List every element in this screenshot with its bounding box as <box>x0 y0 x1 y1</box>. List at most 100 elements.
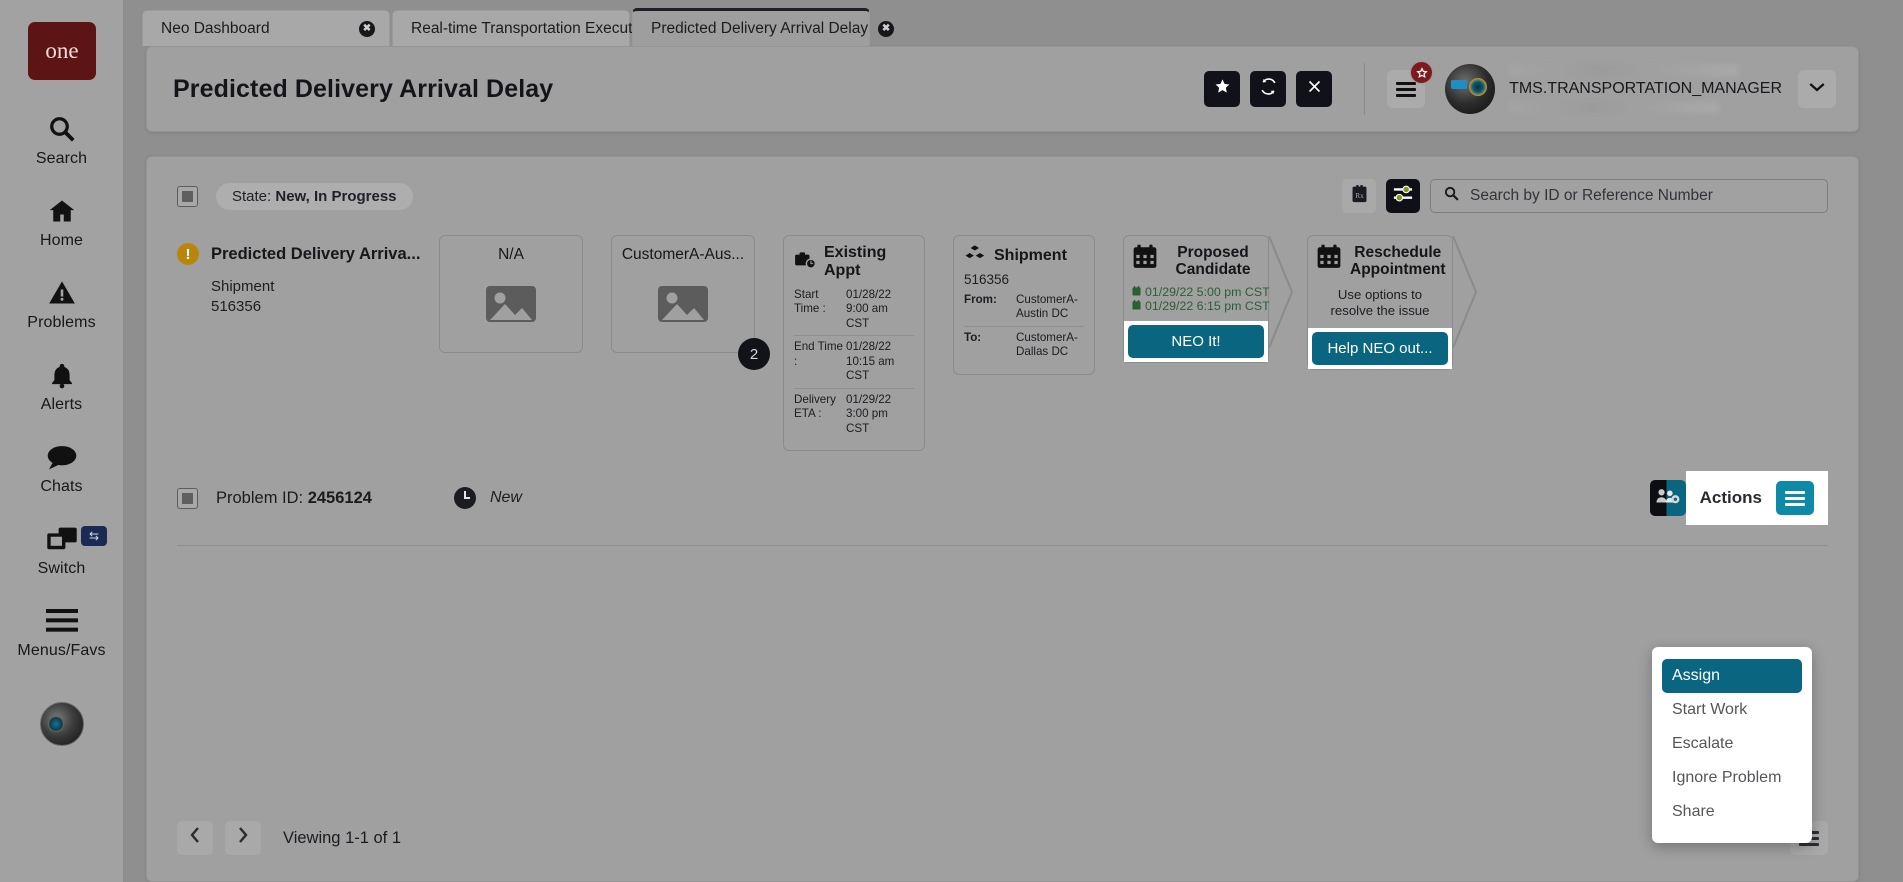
star-icon <box>1214 78 1231 100</box>
favorite-button[interactable] <box>1204 71 1241 107</box>
select-all-checkbox[interactable] <box>177 185 198 207</box>
next-page-button[interactable] <box>225 821 261 855</box>
refresh-button[interactable] <box>1250 71 1287 107</box>
sidebar-item-problems[interactable]: Problems <box>0 274 123 332</box>
row-select-checkbox[interactable] <box>177 487 198 509</box>
row-value: 01/28/22 9:00 am CST <box>846 288 892 330</box>
sidebar-item-home[interactable]: Home <box>0 192 123 250</box>
filter-button[interactable] <box>1386 179 1420 213</box>
row-key: End Time : <box>794 340 843 368</box>
toolbar: State: New, In Progress Rx <box>147 157 1858 213</box>
problem-id-text: Problem ID: 2456124 <box>216 489 372 508</box>
search-input[interactable] <box>1470 187 1815 205</box>
assign-users-icon <box>1656 486 1680 511</box>
svg-text:one: one <box>45 38 78 63</box>
neo-it-button[interactable]: NEO It! <box>1128 324 1264 358</box>
chevron-right-icon <box>237 826 249 850</box>
sidebar-item-menus-favs[interactable]: Menus/Favs <box>0 602 123 660</box>
menu-item-assign[interactable]: Assign <box>1662 659 1802 693</box>
problems-icon <box>47 274 77 312</box>
menu-item-share[interactable]: Share <box>1662 795 1802 829</box>
help-neo-out-button[interactable]: Help NEO out... <box>1312 331 1448 365</box>
tab-predicted-delivery-arrival-delay[interactable]: Predicted Delivery Arrival Delay ✖ <box>632 8 895 46</box>
row-key: To: <box>964 330 982 344</box>
image-placeholder-icon <box>483 280 539 331</box>
calendar-small-icon <box>1132 285 1141 299</box>
viewing-count: Viewing 1-1 of 1 <box>283 828 402 847</box>
candidate-time: 01/29/22 5:00 pm CST <box>1145 284 1270 299</box>
row-key: Delivery ETA : <box>794 392 836 421</box>
sidebar-item-chats[interactable]: Chats <box>0 438 123 496</box>
sidebar-item-switch[interactable]: ⇆ Switch <box>0 520 123 578</box>
tile-customer[interactable]: CustomerA-Aus... 2 <box>611 235 770 370</box>
tab-neo-dashboard[interactable]: Neo Dashboard ✖ <box>142 10 390 46</box>
user-menu-button[interactable] <box>1798 70 1836 108</box>
appointment-icon <box>794 251 817 274</box>
page-title: Predicted Delivery Arrival Delay <box>173 74 554 103</box>
row-value: CustomerA-Dallas DC <box>1016 330 1078 359</box>
card-title: Existing Appt <box>824 244 887 279</box>
actions-label: Actions <box>1699 488 1762 508</box>
tab-realtime-transportation[interactable]: Real-time Transportation Executi... ✖ <box>392 10 675 46</box>
problem-entity: Shipment 516356 <box>211 277 439 318</box>
rail-avatar[interactable] <box>39 702 84 746</box>
chats-icon <box>46 438 78 476</box>
appt-row-eta: Delivery ETA : 01/29/22 3:00 pm CST <box>794 387 914 440</box>
candidate-times: 01/29/22 5:00 pm CST 01/29/22 6:15 pm CS… <box>1132 285 1270 313</box>
one-logo[interactable]: one <box>27 22 96 80</box>
tab-label: Neo Dashboard <box>161 19 270 37</box>
assign-users-button[interactable] <box>1649 480 1686 517</box>
row-key: From: <box>964 293 997 306</box>
problem-title: Predicted Delivery Arriva... <box>211 244 421 263</box>
image-placeholder-icon <box>655 280 711 331</box>
sidebar-label: Chats <box>40 478 83 495</box>
calendar-small-icon <box>1132 299 1141 313</box>
one-logo-mark: one <box>45 38 78 63</box>
warning-icon: ! <box>177 243 199 265</box>
clock-icon <box>453 487 476 510</box>
row-divider <box>177 545 1828 547</box>
state-filter-label: State: <box>232 187 272 205</box>
sidebar-item-alerts[interactable]: Alerts <box>0 356 123 414</box>
row-key: Start Time : <box>794 288 826 316</box>
close-icon[interactable]: ✖ <box>878 20 895 37</box>
menu-item-start-work[interactable]: Start Work <box>1662 693 1802 727</box>
chevron-left-icon <box>189 826 201 850</box>
shipment-row-from: From: CustomerA-Austin DC <box>964 289 1084 326</box>
switch-swap-badge-icon[interactable]: ⇆ <box>81 526 107 546</box>
app-root: one Search Home Problems Alerts Chats ⇆ … <box>0 0 1903 882</box>
user-name: TMS.TRANSPORTATION_MANAGER <box>1509 80 1782 97</box>
boxes-icon <box>964 244 986 268</box>
row-actions-bar: Actions <box>1685 471 1828 526</box>
actions-menu-button[interactable] <box>1776 481 1814 516</box>
card-title: Shipment <box>994 247 1067 264</box>
report-button[interactable]: Rx <box>1342 179 1376 213</box>
menu-item-ignore-problem[interactable]: Ignore Problem <box>1662 761 1802 795</box>
problems-panel: State: New, In Progress Rx Search by ID … <box>146 156 1859 882</box>
star-icon <box>1410 61 1434 84</box>
prev-page-button[interactable] <box>177 821 213 855</box>
header-menu[interactable] <box>1387 61 1434 108</box>
sidebar-item-search[interactable]: Search <box>0 110 123 168</box>
tab-label: Predicted Delivery Arrival Delay <box>651 19 869 37</box>
redacted-line-top <box>1509 64 1740 77</box>
left-nav-rail: one Search Home Problems Alerts Chats ⇆ … <box>0 0 124 882</box>
card-title: Reschedule Appointment <box>1350 244 1446 279</box>
sidebar-label: Alerts <box>40 396 83 413</box>
state-filter-value: New, In Progress <box>275 187 397 205</box>
close-button[interactable] <box>1296 71 1333 107</box>
calendar-icon <box>1132 244 1158 274</box>
search-box[interactable] <box>1430 179 1828 213</box>
card-chevron-decoration <box>1268 235 1294 349</box>
state-filter-chip[interactable]: State: New, In Progress <box>216 182 413 210</box>
reschedule-appointment-card: Reschedule Appointment Use options to re… <box>1307 235 1478 370</box>
close-icon[interactable]: ✖ <box>359 20 375 37</box>
avatar[interactable] <box>1445 64 1496 114</box>
tile-na[interactable]: N/A <box>439 235 583 353</box>
refresh-icon <box>1259 77 1278 101</box>
tab-label: Real-time Transportation Executi... <box>411 19 649 37</box>
close-x-icon <box>1307 79 1322 99</box>
menu-item-escalate[interactable]: Escalate <box>1662 727 1802 761</box>
sidebar-label: Search <box>35 150 88 167</box>
problem-summary: ! Predicted Delivery Arriva... Shipment … <box>177 235 439 318</box>
